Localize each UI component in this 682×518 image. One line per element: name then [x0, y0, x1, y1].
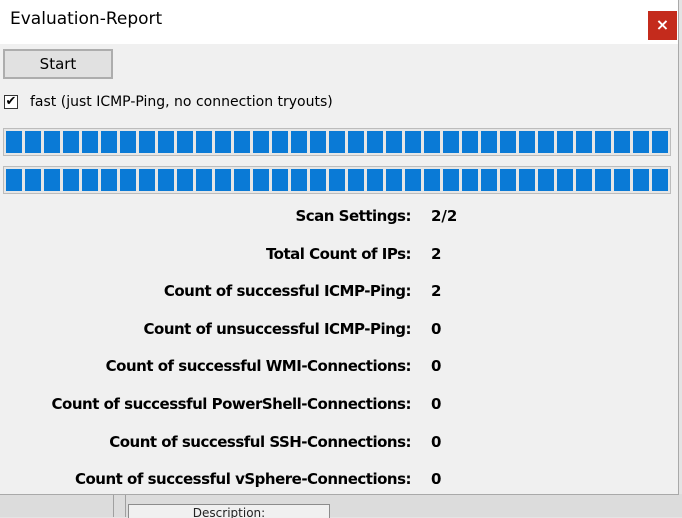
evaluation-report-window: Evaluation-Report × Start ✔ fast (just I…	[0, 0, 679, 495]
close-icon: ×	[655, 15, 670, 34]
stat-value: 2/2	[431, 207, 458, 225]
progress-bar-secondary	[3, 166, 671, 194]
fast-checkbox-label[interactable]: fast (just ICMP-Ping, no connection tryo…	[30, 94, 333, 110]
stat-label: Scan Settings:	[295, 207, 411, 225]
close-button[interactable]: ×	[648, 11, 677, 40]
title-bar[interactable]: Evaluation-Report ×	[0, 0, 678, 44]
stat-label: Count of successful SSH-Connections:	[109, 433, 411, 451]
checkmark-icon: ✔	[5, 94, 17, 109]
stat-label: Total Count of IPs:	[265, 245, 412, 263]
stat-value: 2	[431, 245, 442, 263]
stat-value: 2	[431, 282, 442, 300]
stat-value: 0	[431, 357, 442, 375]
stat-value: 0	[431, 395, 442, 413]
stat-label: Count of successful vSphere-Connections:	[74, 470, 412, 488]
progress-fill-primary	[6, 131, 668, 153]
background-column-header-description[interactable]: Description:	[128, 504, 330, 518]
window-title: Evaluation-Report	[10, 9, 163, 29]
stat-label: Count of unsuccessful ICMP-Ping:	[143, 320, 412, 338]
background-app-strip	[0, 494, 682, 517]
stat-label: Count of successful ICMP-Ping:	[163, 282, 412, 300]
background-column-divider	[125, 494, 126, 517]
progress-bar-primary	[3, 128, 671, 156]
start-button[interactable]: Start	[3, 49, 113, 79]
stat-label: Count of successful PowerShell-Connectio…	[51, 395, 412, 413]
background-column-divider	[113, 494, 114, 517]
fast-checkbox[interactable]: ✔	[4, 95, 18, 109]
stat-label: Count of successful WMI-Connections:	[105, 357, 412, 375]
stat-value: 0	[431, 470, 442, 488]
progress-fill-secondary	[6, 169, 668, 191]
stat-value: 0	[431, 433, 442, 451]
stat-value: 0	[431, 320, 442, 338]
